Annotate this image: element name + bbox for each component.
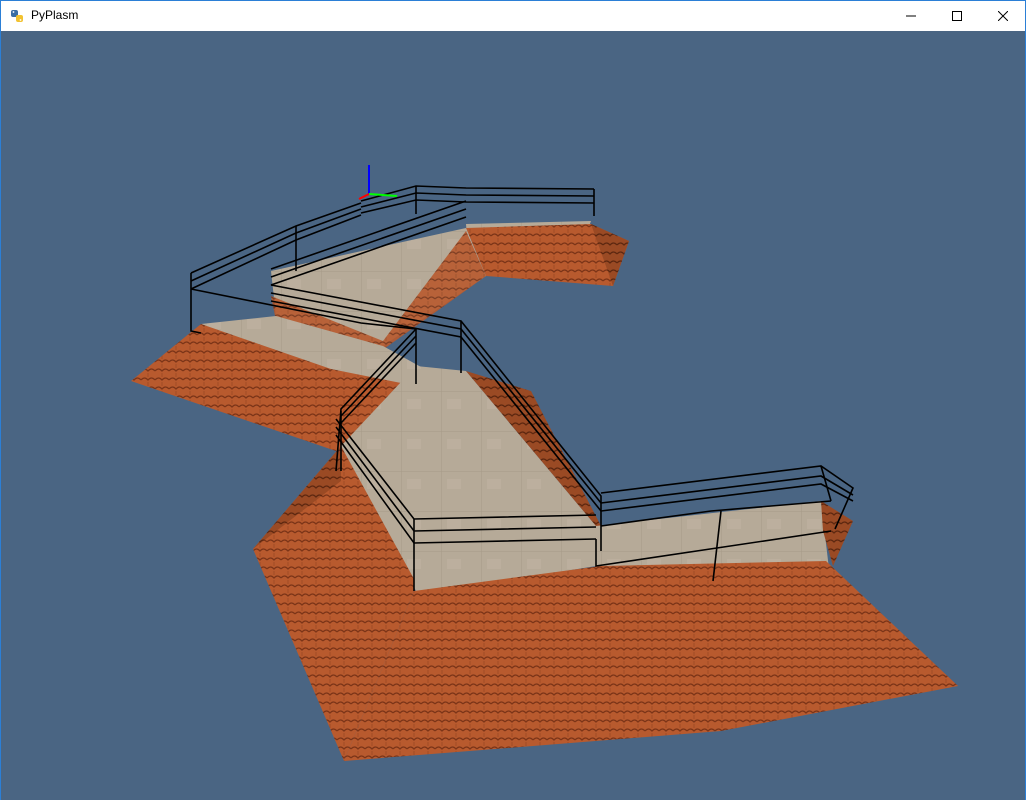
title-bar[interactable]: PyPlasm — [1, 1, 1025, 31]
3d-viewport[interactable] — [1, 31, 1025, 800]
axis-gizmo — [358, 165, 398, 200]
y-axis — [368, 193, 398, 197]
3d-scene — [131, 165, 958, 761]
window-title: PyPlasm — [31, 8, 79, 22]
close-icon — [998, 11, 1008, 21]
minimize-icon — [906, 11, 916, 21]
close-button[interactable] — [980, 1, 1026, 31]
python-icon — [10, 9, 24, 23]
app-window: PyPlasm — [0, 0, 1026, 800]
maximize-icon — [952, 11, 962, 21]
x-axis — [358, 193, 370, 200]
maximize-button[interactable] — [934, 1, 980, 31]
minimize-button[interactable] — [888, 1, 934, 31]
